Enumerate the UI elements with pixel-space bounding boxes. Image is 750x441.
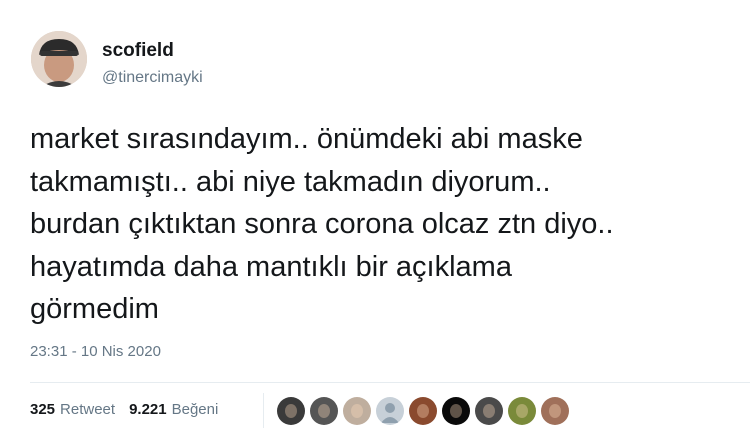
- tweet-line: hayatımda daha mantıklı bir açıklama: [30, 250, 512, 283]
- liker-avatar-icon: [409, 397, 437, 425]
- liker-avatar[interactable]: [277, 397, 305, 425]
- liker-avatar-icon: [310, 397, 338, 425]
- liker-avatars: [277, 397, 574, 425]
- retweet-count: 325: [30, 401, 56, 418]
- liker-avatar[interactable]: [475, 397, 503, 425]
- liker-avatar-icon: [541, 397, 569, 425]
- liker-avatar-icon: [343, 397, 371, 425]
- avatar[interactable]: [31, 31, 87, 87]
- liker-avatar-icon: [475, 397, 503, 425]
- liker-avatar-icon: [277, 397, 305, 425]
- tweet-timestamp[interactable]: 23:31 - 10 Nis 2020: [30, 343, 161, 360]
- tweet-line: görmedim: [30, 293, 159, 325]
- liker-avatar[interactable]: [508, 397, 536, 425]
- tweet-line: market sırasındayım.. önümdeki abi maske: [30, 123, 583, 155]
- user-handle[interactable]: @tinercimayki: [102, 69, 203, 87]
- liker-avatar[interactable]: [541, 397, 569, 425]
- liker-avatar[interactable]: [409, 397, 437, 425]
- liker-avatar-icon: [442, 397, 470, 425]
- liker-avatar[interactable]: [376, 397, 404, 425]
- display-name[interactable]: scofield: [102, 40, 174, 62]
- default-avatar-icon: [376, 397, 404, 425]
- retweet-label: Retweet: [60, 401, 116, 418]
- like-count: 9.221: [129, 401, 167, 418]
- tweet-line: burdan çıktıktan sonra corona olcaz ztn …: [30, 208, 614, 240]
- tweet-stats: 325 Retweet 9.221 Beğeni: [30, 401, 218, 418]
- tweet-text: market sırasındayım.. önümdeki abi maske…: [30, 118, 745, 331]
- like-label: Beğeni: [171, 401, 219, 418]
- liker-avatar[interactable]: [343, 397, 371, 425]
- divider: [30, 382, 750, 383]
- profile-photo-icon: [31, 31, 87, 87]
- liker-avatar[interactable]: [310, 397, 338, 425]
- like-stat[interactable]: 9.221 Beğeni: [129, 401, 218, 418]
- retweet-stat[interactable]: 325 Retweet: [30, 401, 115, 418]
- liker-avatar-icon: [508, 397, 536, 425]
- stats-separator: [263, 393, 264, 428]
- liker-avatar[interactable]: [442, 397, 470, 425]
- tweet-line: takmamıştı.. abi niye takmadın diyorum..: [30, 165, 551, 198]
